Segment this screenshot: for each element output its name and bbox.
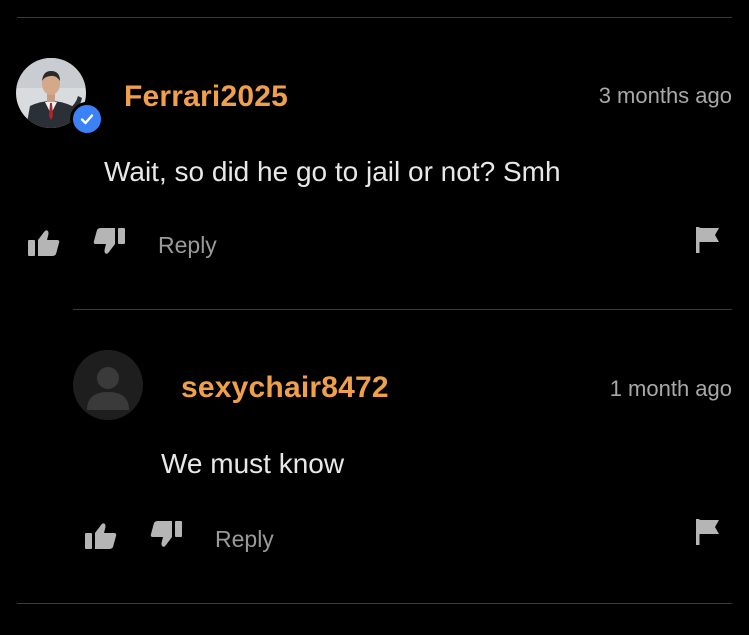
comment-timestamp: 3 months ago (598, 83, 732, 108)
flag-icon[interactable] (695, 226, 721, 254)
user-avatar[interactable] (73, 350, 143, 420)
comment-text: We must know (161, 448, 345, 479)
comment-username[interactable]: sexychair8472 (181, 371, 389, 405)
comment-username[interactable]: Ferrari2025 (124, 80, 288, 114)
flag-icon[interactable] (695, 518, 721, 546)
thumbs-up-icon[interactable] (84, 522, 118, 550)
reply-button[interactable]: Reply (215, 526, 274, 553)
thumbs-up-icon[interactable] (27, 229, 61, 257)
bottom-divider (17, 603, 732, 604)
verified-badge-icon (70, 102, 104, 136)
reply-button[interactable]: Reply (158, 232, 217, 259)
top-divider (17, 17, 732, 18)
comment-text: Wait, so did he go to jail or not? Smh (104, 156, 561, 187)
thumbs-down-icon[interactable] (92, 227, 126, 255)
comment-timestamp: 1 month ago (609, 376, 732, 401)
reply-divider (73, 309, 732, 310)
thumbs-down-icon[interactable] (149, 520, 183, 548)
